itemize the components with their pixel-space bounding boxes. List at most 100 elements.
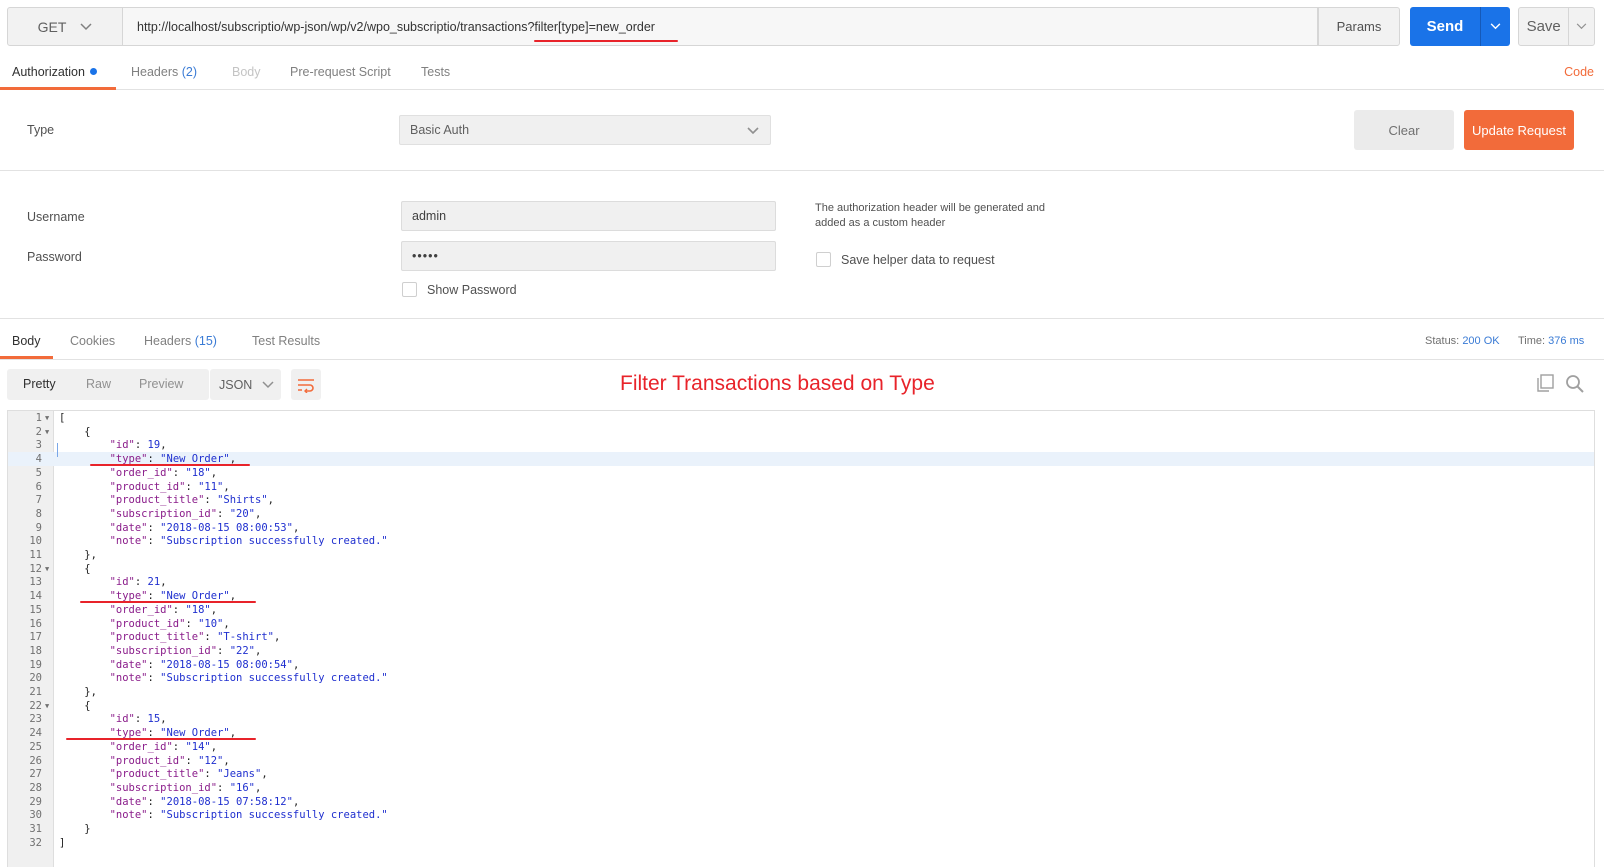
- json-punct: :: [204, 631, 218, 644]
- json-key: "date": [109, 658, 148, 671]
- code-line: 12 ▼ {: [8, 562, 1594, 576]
- time-label: Time:: [1518, 335, 1546, 347]
- tab-body[interactable]: Body: [232, 54, 261, 90]
- code-text: "product_title": "Jeans",: [59, 767, 268, 781]
- fold-toggle-icon[interactable]: ▼: [45, 562, 49, 576]
- save-button[interactable]: Save: [1518, 7, 1595, 46]
- params-button[interactable]: Params: [1318, 7, 1400, 46]
- line-number: 17: [29, 631, 42, 644]
- line-number: 21: [29, 686, 42, 698]
- code-text: "id": 21,: [59, 575, 167, 589]
- username-input[interactable]: [401, 201, 776, 231]
- update-request-button[interactable]: Update Request: [1464, 110, 1574, 150]
- copy-icon[interactable]: [1536, 374, 1554, 392]
- code-line: 8 "subscription_id": "20",: [8, 507, 1594, 521]
- json-punct: ,: [210, 740, 218, 753]
- line-number: 16: [29, 617, 42, 630]
- json-punct: [59, 672, 110, 684]
- url-input[interactable]: http://localhost/subscriptio/wp-json/wp/…: [123, 7, 1318, 46]
- json-key: "date": [109, 795, 148, 808]
- auth-type-select[interactable]: Basic Auth: [399, 115, 771, 145]
- tab-test-results[interactable]: Test Results: [252, 323, 320, 359]
- json-key: "product_title": [109, 494, 205, 507]
- json-key: "id": [109, 713, 135, 726]
- line-number: 13: [29, 576, 42, 589]
- code-line: 19 "date": "2018-08-15 08:00:54",: [8, 658, 1594, 672]
- json-punct: :: [172, 603, 186, 616]
- request-response-divider: [0, 318, 1604, 319]
- code-text: "order_id": "18",: [59, 603, 218, 617]
- json-punct: :: [204, 768, 218, 781]
- json-punct: [59, 481, 110, 493]
- pretty-view-button[interactable]: Pretty: [23, 377, 56, 391]
- code-text: "note": "Subscription successfully creat…: [59, 534, 388, 548]
- code-line: 7 "product_title": "Shirts",: [8, 493, 1594, 507]
- search-icon[interactable]: [1565, 374, 1585, 394]
- code-text: {: [59, 699, 91, 713]
- code-line: 9 "date": "2018-08-15 08:00:53",: [8, 521, 1594, 535]
- send-options-button[interactable]: [1480, 7, 1510, 46]
- tab-authorization[interactable]: Authorization: [0, 54, 116, 90]
- raw-view-button[interactable]: Raw: [86, 377, 111, 391]
- json-punct: {: [59, 425, 91, 438]
- code-text: "product_id": "11",: [59, 480, 230, 494]
- tab-response-body[interactable]: Body: [0, 323, 53, 359]
- tab-response-headers[interactable]: Headers (15): [144, 323, 217, 359]
- fold-toggle-icon[interactable]: ▼: [45, 699, 49, 713]
- tab-cookies[interactable]: Cookies: [70, 323, 115, 359]
- tab-prerequest-script[interactable]: Pre-request Script: [290, 54, 391, 90]
- tab-headers[interactable]: Headers (2): [131, 54, 197, 90]
- code-line: 28 "subscription_id": "16",: [8, 781, 1594, 795]
- code-text: },: [59, 548, 97, 562]
- tab-headers-label: Headers: [131, 65, 179, 79]
- json-value: "20": [229, 507, 255, 520]
- json-punct: :: [134, 576, 148, 589]
- save-options-button[interactable]: [1568, 8, 1594, 45]
- code-line: 20 "note": "Subscription successfully cr…: [8, 671, 1594, 685]
- json-value: "10": [198, 617, 224, 630]
- send-button[interactable]: Send: [1410, 7, 1510, 46]
- clear-button[interactable]: Clear: [1354, 110, 1454, 150]
- json-value: "16": [229, 781, 255, 794]
- chevron-down-icon: [262, 380, 274, 388]
- chevron-down-icon: [1490, 23, 1501, 30]
- json-punct: [59, 576, 110, 588]
- preview-view-button[interactable]: Preview: [139, 377, 183, 391]
- json-key: "product_id": [109, 754, 186, 767]
- tab-response-headers-label: Headers: [144, 334, 192, 348]
- fold-toggle-icon[interactable]: ▼: [45, 411, 49, 425]
- json-key: "note": [109, 535, 148, 548]
- wrap-lines-button[interactable]: [291, 369, 321, 400]
- method-dropdown[interactable]: GET: [7, 7, 123, 46]
- status-value: 200 OK: [1462, 335, 1500, 347]
- tab-headers-count: (2): [181, 65, 198, 79]
- json-punct: ,: [292, 795, 300, 808]
- tab-tests[interactable]: Tests: [421, 54, 450, 90]
- code-text: {: [59, 562, 90, 576]
- fold-toggle-icon[interactable]: ▼: [45, 425, 49, 439]
- wrap-lines-icon: [298, 378, 314, 393]
- json-punct: ,: [261, 768, 268, 781]
- code-line: 1 ▼ [: [8, 411, 1594, 425]
- json-punct: ,: [223, 754, 230, 767]
- line-number: 11: [29, 549, 42, 561]
- json-punct: },: [59, 686, 97, 698]
- json-key: "product_id": [109, 480, 186, 493]
- type-underline-annotation: [80, 600, 256, 603]
- code-link[interactable]: Code: [1564, 54, 1594, 90]
- json-punct: {: [59, 699, 91, 712]
- code-line: 27 "product_title": "Jeans",: [8, 767, 1594, 781]
- line-number: 3: [35, 439, 42, 452]
- save-helper-checkbox[interactable]: [816, 252, 831, 267]
- json-key: "subscription_id": [109, 644, 218, 657]
- show-password-checkbox[interactable]: [402, 282, 417, 297]
- password-input[interactable]: [401, 241, 776, 271]
- chevron-down-icon: [1576, 23, 1587, 30]
- format-select[interactable]: JSON: [210, 369, 281, 400]
- json-punct: ,: [255, 781, 262, 794]
- code-line: 23 "id": 15,: [8, 712, 1594, 726]
- json-key: "id": [109, 576, 135, 589]
- response-body-viewer[interactable]: 1 ▼[2 ▼ {3 "id": 19, 4 "type": "New Order",…: [7, 410, 1595, 867]
- json-value: "11": [198, 480, 224, 493]
- json-punct: [59, 713, 110, 725]
